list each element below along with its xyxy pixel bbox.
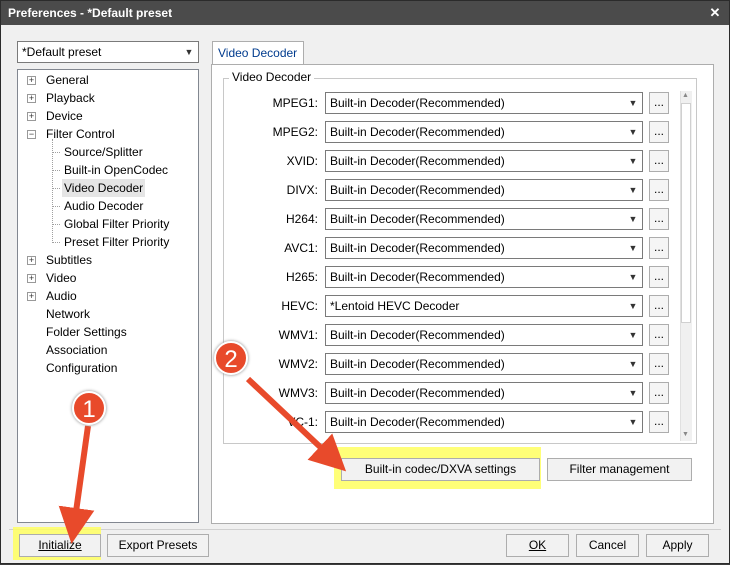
annotation-arrows <box>58 376 347 544</box>
callout-2: 2 <box>214 341 248 375</box>
arrow-1 <box>58 425 95 544</box>
arrow-2 <box>245 376 347 472</box>
callout-1: 1 <box>72 391 106 425</box>
preferences-window: Preferences - *Default preset ✕ *Default… <box>0 0 730 564</box>
